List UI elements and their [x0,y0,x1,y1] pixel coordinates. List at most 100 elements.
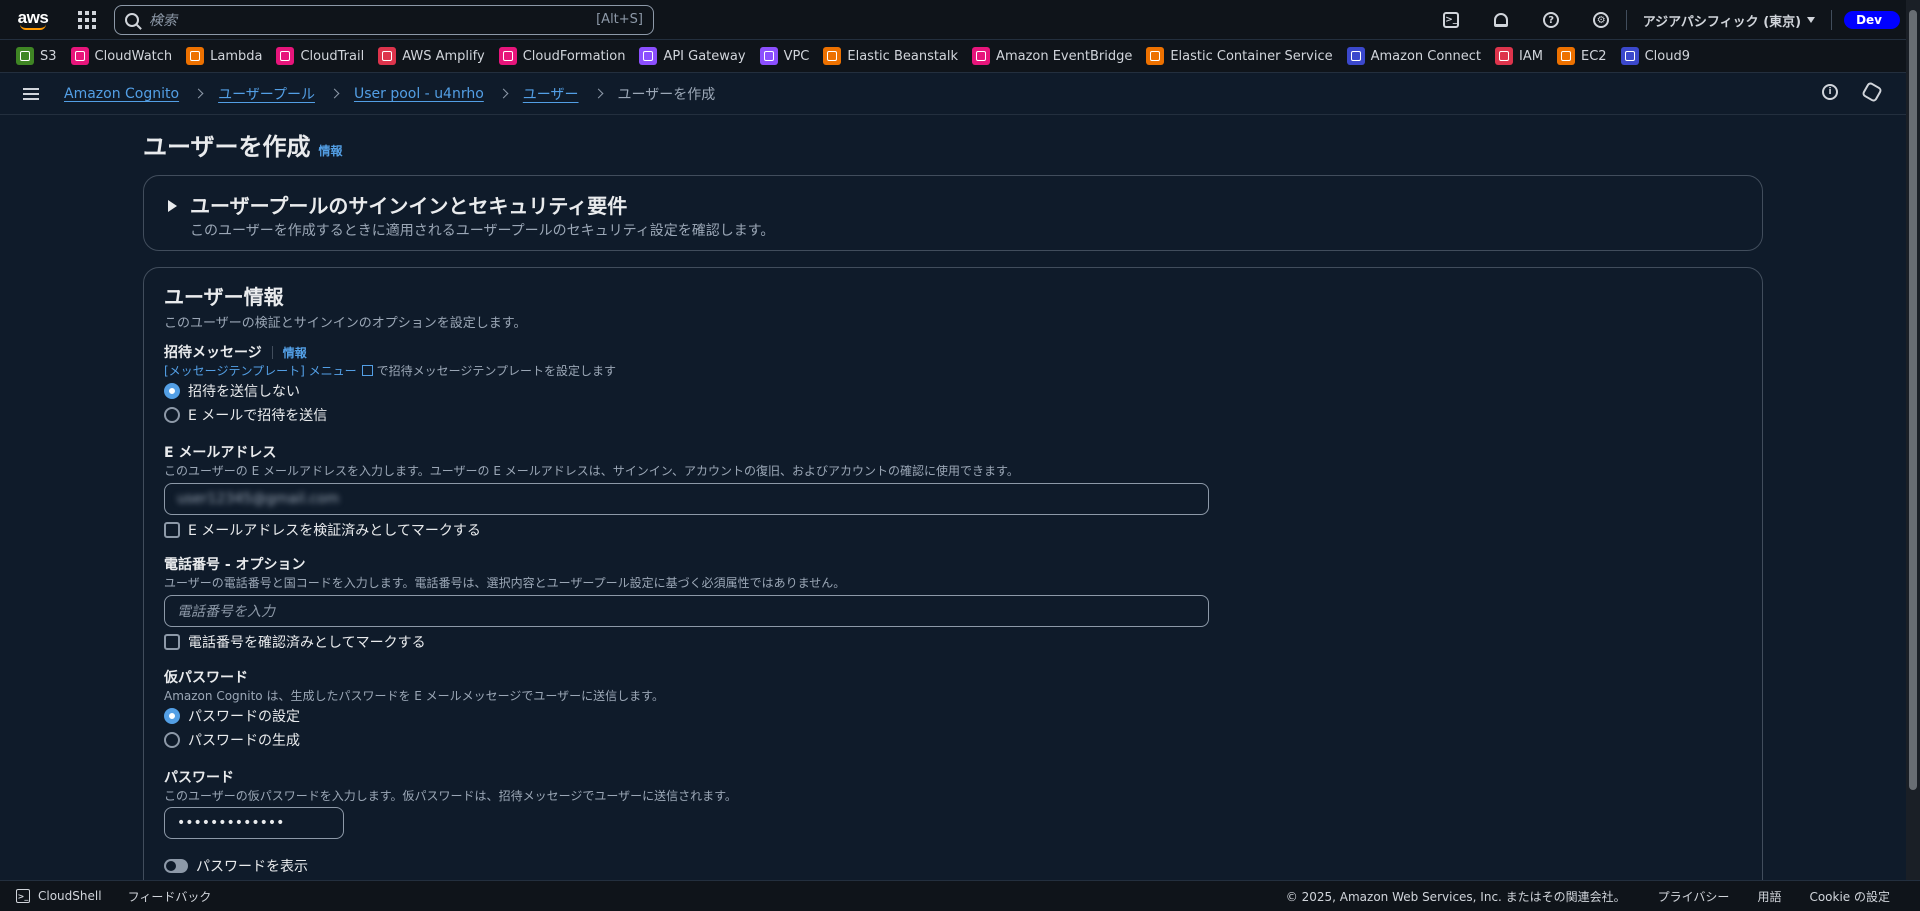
radio-selected-icon [164,383,180,399]
phone-field[interactable]: 電話番号を入力 [164,595,1209,627]
security-section-title[interactable]: ユーザープールのサインインとセキュリティ要件 [190,190,627,219]
favorite-label: AWS Amplify [402,48,485,64]
search-icon [125,12,139,27]
radio-selected-icon [164,708,180,724]
chevron-right-icon [498,88,509,99]
favorite-label: IAM [1519,48,1543,64]
account-badge[interactable]: Dev [1844,11,1900,29]
scrollbar-thumb[interactable] [1909,10,1917,790]
checkbox-label: 電話番号を確認済みとしてマークする [188,635,426,651]
favorite-aws-amplify[interactable]: AWS Amplify [378,47,485,65]
email-hint: このユーザーの E メールアドレスを入力します。ユーザーの E メールアドレスは… [164,464,1019,478]
invitation-label: 招待メッセージ [164,345,262,361]
show-password-toggle[interactable]: パスワードを表示 [164,856,308,876]
feedback-link[interactable]: フィードバック [128,888,212,905]
security-section-description: このユーザーを作成するときに適用されるユーザープールのセキュリティ設定を確認しま… [190,223,775,239]
service-icon [16,47,34,65]
info-panel-icon[interactable]: i [1822,84,1838,100]
favorite-cloudwatch[interactable]: CloudWatch [70,47,172,65]
favorite-lambda[interactable]: Lambda [186,47,262,65]
cookie-settings-link[interactable]: Cookie の設定 [1809,888,1890,905]
favorite-cloud9[interactable]: Cloud9 [1620,47,1690,65]
checkbox-icon [164,522,180,538]
email-value: user12345@gmail.com [177,491,340,507]
favorite-elastic-beanstalk[interactable]: Elastic Beanstalk [823,47,958,65]
radio-set-password[interactable]: パスワードの設定 [164,706,300,726]
email-verified-checkbox[interactable]: E メールアドレスを検証済みとしてマークする [164,520,481,540]
phone-hint: ユーザーの電話番号と国コードを入力します。電話番号は、選択内容とユーザープール設… [164,576,846,590]
notifications-button[interactable] [1476,0,1526,40]
info-link[interactable]: 情報 [319,142,343,159]
service-icon [972,47,991,65]
menu-icon[interactable] [23,87,39,100]
services-grid-icon[interactable] [78,10,96,29]
radio-label: パスワードの生成 [188,733,300,749]
favorite-vpc[interactable]: VPC [759,47,810,65]
security-icon[interactable] [1861,81,1883,103]
favorite-label: VPC [783,48,810,64]
favorite-iam[interactable]: IAM [1495,47,1543,65]
favorite-label: S3 [40,48,57,64]
aws-logo[interactable]: aws [16,5,50,35]
caret-right-icon[interactable] [168,200,177,212]
breadcrumb-user-pool[interactable]: User pool - u4nrho [354,86,484,102]
chevron-right-icon [593,88,603,99]
divider [271,345,273,359]
invitation-hint: [メッセージテンプレート] メニュー で招待メッセージテンプレートを設定します [164,362,616,379]
help-icon: ? [1543,12,1560,28]
top-navigation: aws 検索 [Alt+S] >_ ? ⚙ アジアパシフィック (東京) Dev [0,0,1920,40]
service-icon [186,47,205,65]
region-selector[interactable]: アジアパシフィック (東京) [1627,11,1831,30]
favorite-ec2[interactable]: EC2 [1557,47,1607,65]
help-button[interactable]: ? [1526,0,1576,40]
terms-link[interactable]: 用語 [1757,888,1781,905]
breadcrumb-user-pools[interactable]: ユーザープール [218,84,315,104]
cloudshell-footer-button[interactable]: >_ CloudShell [16,889,102,903]
cloudshell-icon: >_ [1443,12,1460,28]
invitation-label-row: 招待メッセージ 情報 [164,342,307,362]
email-field[interactable]: user12345@gmail.com [164,483,1209,515]
favorite-amazon-eventbridge[interactable]: Amazon EventBridge [972,47,1132,65]
radio-unselected-icon [164,732,180,748]
favorite-cloudformation[interactable]: CloudFormation [498,47,626,65]
cloudshell-button[interactable]: >_ [1426,0,1476,40]
breadcrumb-users[interactable]: ユーザー [523,84,579,104]
service-icon [498,47,517,65]
search-shortcut: [Alt+S] [596,12,643,27]
favorite-cloudtrail[interactable]: CloudTrail [276,47,364,65]
chevron-right-icon [329,88,340,99]
cloudshell-icon: >_ [16,889,30,903]
favorite-label: CloudFormation [522,48,626,64]
service-icon [1557,47,1575,65]
phone-verified-checkbox[interactable]: 電話番号を確認済みとしてマークする [164,632,426,652]
radio-no-invite[interactable]: 招待を送信しない [164,381,300,401]
password-label: パスワード [164,770,234,786]
password-hint: このユーザーの仮パスワードを入力します。仮パスワードは、招待メッセージでユーザー… [164,789,737,803]
favorite-label: Lambda [210,48,263,64]
breadcrumb-cognito[interactable]: Amazon Cognito [64,86,179,102]
password-field[interactable]: ••••••••••••• [164,807,344,839]
privacy-link[interactable]: プライバシー [1658,888,1730,905]
favorite-elastic-container-service[interactable]: Elastic Container Service [1146,47,1333,65]
radio-email-invite[interactable]: E メールで招待を送信 [164,405,327,425]
radio-generate-password[interactable]: パスワードの生成 [164,730,300,750]
search-input[interactable]: 検索 [Alt+S] [114,4,654,35]
page-scrollbar[interactable] [1906,0,1920,880]
breadcrumb: Amazon Cognito ユーザープール User pool - u4nrh… [64,84,715,104]
user-info-description: このユーザーの検証とサインインのオプションを設定します。 [164,316,527,331]
service-icon [1495,47,1514,65]
favorite-label: Amazon EventBridge [996,48,1133,64]
aws-smile-icon [20,24,46,30]
checkbox-icon [164,634,180,650]
phone-placeholder: 電話番号を入力 [177,604,275,620]
favorite-s3[interactable]: S3 [16,47,57,65]
favorite-label: CloudTrail [300,48,365,64]
checkbox-label: E メールアドレスを検証済みとしてマークする [188,523,481,539]
message-template-link[interactable]: [メッセージテンプレート] メニュー [164,364,357,378]
favorite-label: Elastic Container Service [1170,48,1333,64]
settings-button[interactable]: ⚙ [1576,0,1626,40]
favorite-amazon-connect[interactable]: Amazon Connect [1346,47,1481,65]
favorite-api-gateway[interactable]: API Gateway [639,47,746,65]
security-requirements-section[interactable]: ユーザープールのサインインとセキュリティ要件 このユーザーを作成するときに適用さ… [143,175,1763,251]
invitation-info-link[interactable]: 情報 [283,344,307,361]
